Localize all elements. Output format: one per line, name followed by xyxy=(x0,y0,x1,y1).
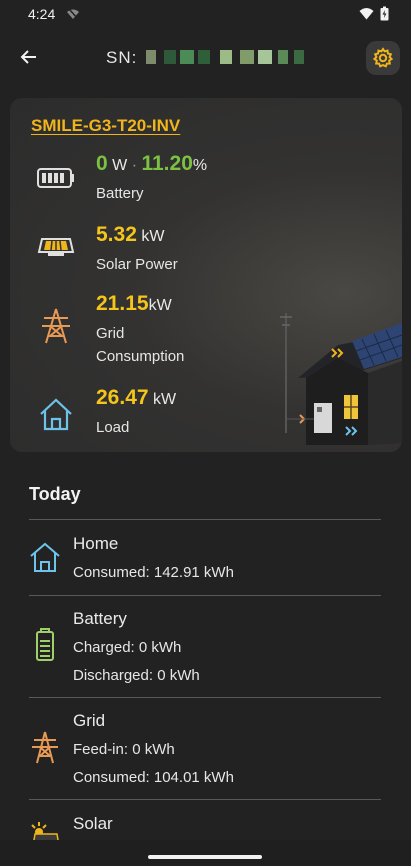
house-illustration xyxy=(280,313,402,445)
battery-icon xyxy=(37,168,74,188)
status-time: 4:24 xyxy=(28,6,56,22)
solar-power-value: 5.32 xyxy=(96,223,137,246)
separator-dot: · xyxy=(131,157,138,174)
grid-tower-icon xyxy=(32,731,58,764)
battery-icon xyxy=(36,628,54,661)
top-bar: SN: xyxy=(0,36,411,80)
today-heading: Today xyxy=(29,484,81,504)
serial-number-obscured xyxy=(146,50,306,64)
battery-discharged: Discharged: 0 kWh xyxy=(73,667,200,684)
grid-unit: kW xyxy=(148,297,172,314)
system-nav-bar xyxy=(0,840,411,866)
grid-consumed: Consumed: 104.01 kWh xyxy=(73,769,234,786)
battery-charging-icon xyxy=(380,6,389,21)
divider xyxy=(29,697,381,698)
gear-icon xyxy=(372,47,394,68)
solar-panel-icon xyxy=(37,238,75,256)
grid-label-line1: Grid xyxy=(96,325,125,342)
grid-value: 21.15 xyxy=(96,292,149,315)
battery-power-value: 0 xyxy=(96,152,108,175)
divider xyxy=(29,519,381,520)
load-label: Load xyxy=(96,419,130,436)
status-icons xyxy=(359,6,389,21)
battery-label: Battery xyxy=(96,185,144,202)
grid-title: Grid xyxy=(73,711,106,730)
load-value: 26.47 xyxy=(96,386,149,409)
grid-tower-icon xyxy=(42,308,70,344)
home-icon xyxy=(40,398,72,431)
home-icon xyxy=(30,542,60,572)
battery-charged: Charged: 0 kWh xyxy=(73,639,182,656)
battery-soc-unit: % xyxy=(192,157,208,174)
load-unit: kW xyxy=(153,391,177,408)
wifi-off-icon xyxy=(67,8,79,20)
device-card: SMILE-G3-T20-INV 0 W · 11.20% Battery 5.… xyxy=(10,98,402,452)
solar-power-label: Solar Power xyxy=(96,256,178,273)
battery-power-unit: W xyxy=(112,157,128,174)
device-name-link[interactable]: SMILE-G3-T20-INV xyxy=(31,116,180,136)
battery-soc-value: 11.20 xyxy=(141,152,193,175)
solar-power-unit: kW xyxy=(141,228,165,245)
serial-number-label: SN: xyxy=(106,48,138,67)
grid-feed-in: Feed-in: 0 kWh xyxy=(73,741,175,758)
home-indicator[interactable] xyxy=(148,855,262,859)
divider xyxy=(29,595,381,596)
divider xyxy=(29,799,381,800)
status-bar: 4:24 xyxy=(0,0,411,28)
grid-label-line2: Consumption xyxy=(96,348,185,365)
settings-button[interactable] xyxy=(366,41,400,75)
wifi-icon xyxy=(359,8,374,20)
back-arrow-icon[interactable] xyxy=(18,46,40,68)
home-title: Home xyxy=(73,534,119,553)
home-consumed: Consumed: 142.91 kWh xyxy=(73,564,234,581)
battery-title: Battery xyxy=(73,609,127,628)
solar-title: Solar xyxy=(73,814,113,833)
